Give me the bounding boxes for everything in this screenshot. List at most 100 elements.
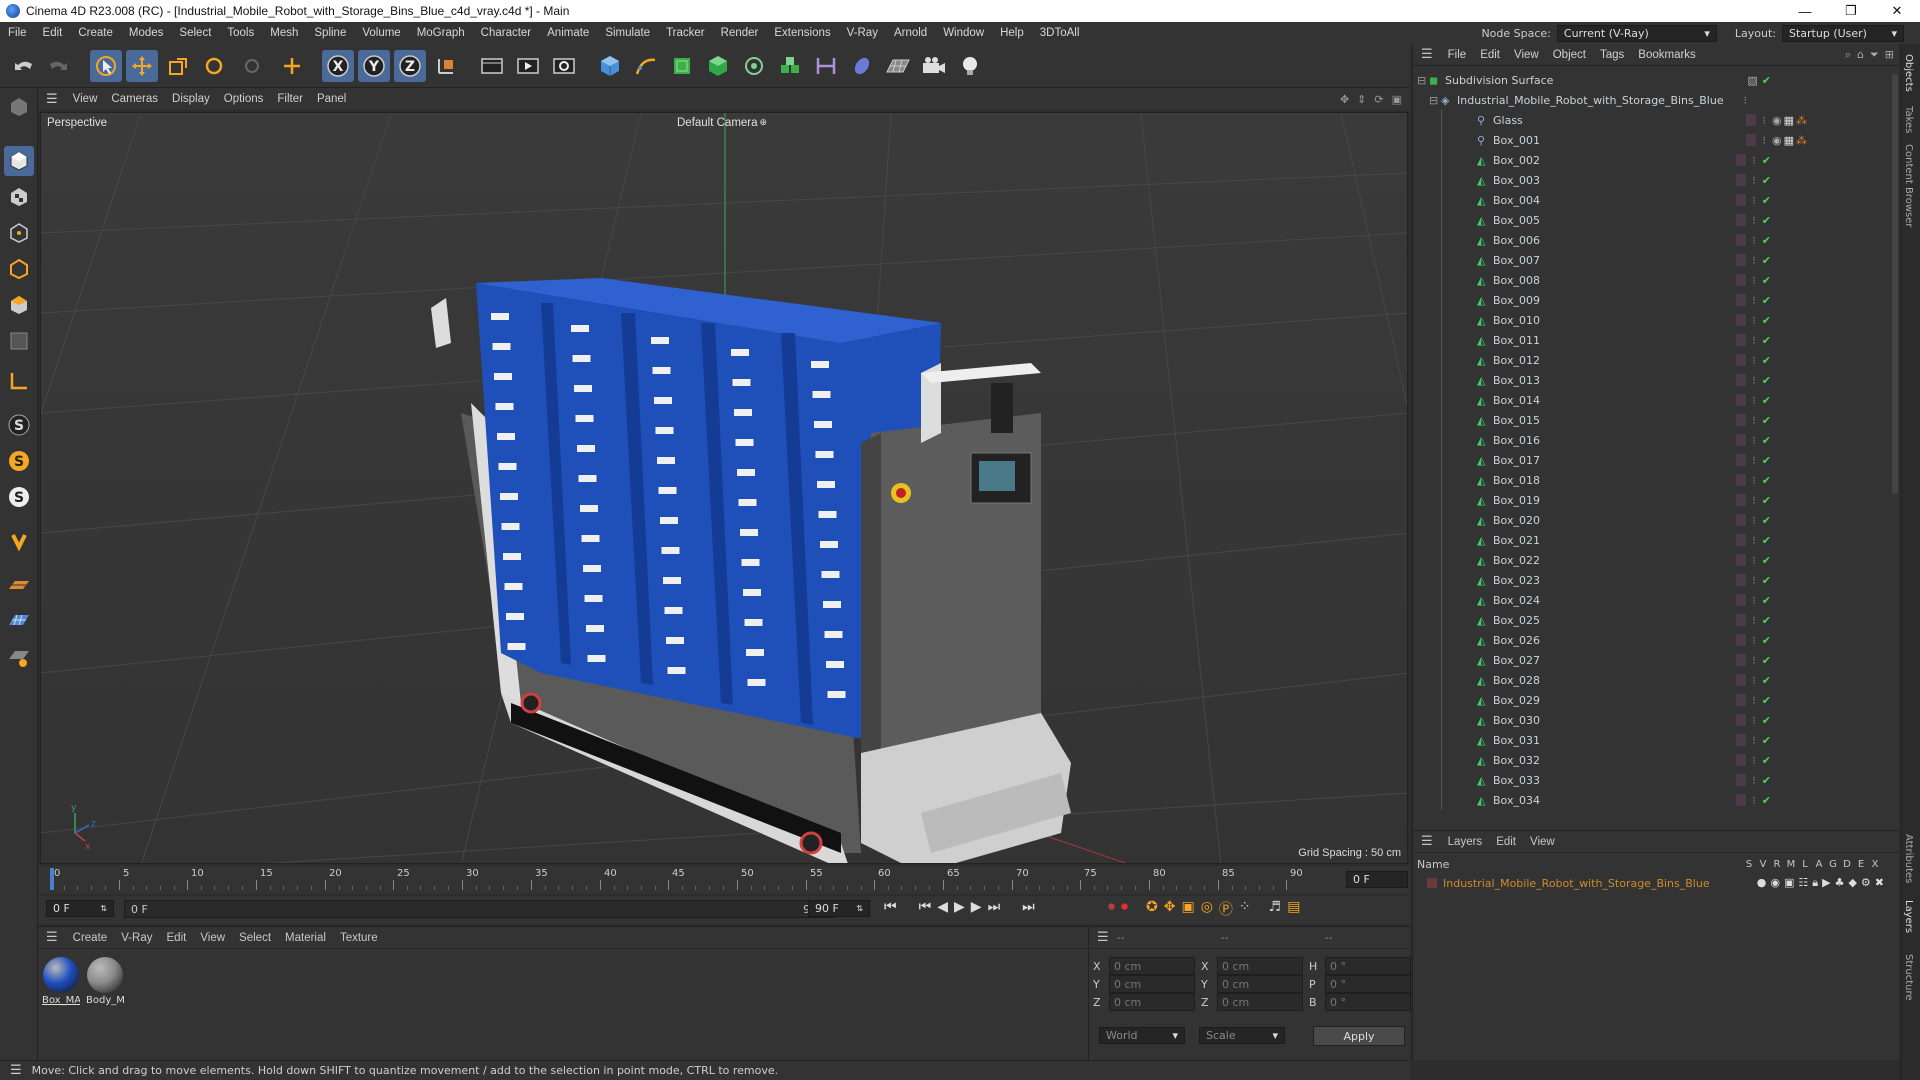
material-menu-material[interactable]: Material xyxy=(278,932,333,944)
spline-pen-button[interactable] xyxy=(630,50,662,82)
subdivision-surface-button[interactable] xyxy=(666,50,698,82)
takes-tab[interactable]: Takes xyxy=(1903,106,1914,133)
visibility-dots-icon[interactable]: ⁝ xyxy=(1744,94,1748,107)
enabled-check-icon[interactable]: ✔ xyxy=(1762,654,1771,667)
workplane-button[interactable] xyxy=(4,570,34,600)
restore-button[interactable]: ❐ xyxy=(1828,0,1874,22)
enabled-check-icon[interactable]: ✔ xyxy=(1762,414,1771,427)
layer-color-swatch[interactable] xyxy=(1736,374,1747,386)
layer-color-swatch[interactable] xyxy=(1736,774,1747,786)
layer-color-swatch[interactable] xyxy=(1736,654,1747,666)
menu-character[interactable]: Character xyxy=(473,27,540,39)
layer-color-swatch[interactable] xyxy=(1736,714,1747,726)
redo-button[interactable] xyxy=(42,50,74,82)
texture-tag-icon[interactable]: ▦ xyxy=(1784,114,1794,127)
menu-modes[interactable]: Modes xyxy=(121,27,172,39)
workplane-snap-button[interactable]: S xyxy=(4,482,34,512)
playhead[interactable] xyxy=(50,868,54,890)
object-row[interactable]: ◭ Box_027 ⁝ ✔ xyxy=(1413,650,1883,670)
previous-key-icon[interactable]: ⏮ xyxy=(919,899,932,915)
object-row[interactable]: ◭ Box_033 ⁝ ✔ xyxy=(1413,770,1883,790)
layer-color-swatch[interactable] xyxy=(1427,878,1437,888)
object-row[interactable]: ◭ Box_007 ⁝ ✔ xyxy=(1413,250,1883,270)
layer-color-swatch[interactable] xyxy=(1736,474,1747,486)
visibility-dots-icon[interactable]: ⁝ xyxy=(1752,374,1756,387)
vray-tag-icon[interactable]: ⁂ xyxy=(1796,114,1807,127)
menu-volume[interactable]: Volume xyxy=(354,27,408,39)
object-row-group[interactable]: ⊟ ◈ Industrial_Mobile_Robot_with_Storage… xyxy=(1413,90,1883,110)
coordinate-field[interactable]: 0 cm xyxy=(1217,975,1303,993)
material-menu-create[interactable]: Create xyxy=(66,932,115,944)
layers-tab[interactable]: Layers xyxy=(1903,900,1914,933)
size-mode-select[interactable]: Scale ▾ xyxy=(1199,1027,1285,1044)
visibility-dots-icon[interactable]: ⁝ xyxy=(1752,254,1756,267)
enabled-check-icon[interactable]: ✔ xyxy=(1762,74,1771,87)
extrude-button[interactable] xyxy=(702,50,734,82)
layer-color-swatch[interactable] xyxy=(1736,274,1747,286)
snap-button[interactable]: S xyxy=(4,410,34,440)
coordinate-field[interactable]: 0 cm xyxy=(1109,957,1195,975)
scale-tool-button[interactable] xyxy=(162,50,194,82)
layer-color-swatch[interactable] xyxy=(1746,114,1757,126)
material-menu-view[interactable]: View xyxy=(193,932,232,944)
generators-icon[interactable]: ♣ xyxy=(1835,876,1845,890)
object-row[interactable]: ◭ Box_030 ⁝ ✔ xyxy=(1413,710,1883,730)
coordinate-field[interactable]: 0 cm xyxy=(1217,993,1303,1011)
viewport-rotate-icon[interactable]: ⟳ xyxy=(1370,93,1387,106)
object-row[interactable]: ◭ Box_024 ⁝ ✔ xyxy=(1413,590,1883,610)
viewport-zoom-icon[interactable]: ⇕ xyxy=(1353,93,1370,106)
layer-color-swatch[interactable] xyxy=(1736,354,1747,366)
object-row[interactable]: ◭ Box_008 ⁝ ✔ xyxy=(1413,270,1883,290)
visibility-dots-icon[interactable]: ⁝ xyxy=(1752,354,1756,367)
visibility-dots-icon[interactable]: ⁝ xyxy=(1752,214,1756,227)
visibility-dots-icon[interactable]: ⁝ xyxy=(1752,534,1756,547)
object-row[interactable]: ◭ Box_023 ⁝ ✔ xyxy=(1413,570,1883,590)
undo-button[interactable] xyxy=(8,50,40,82)
layer-color-swatch[interactable] xyxy=(1736,634,1747,646)
motion-record-icon[interactable]: ♬ xyxy=(1269,899,1282,919)
position-key-icon[interactable]: ✥ xyxy=(1164,899,1176,919)
layer-color-swatch[interactable] xyxy=(1736,254,1747,266)
y-axis-lock-button[interactable]: Y xyxy=(358,50,390,82)
structure-tab[interactable]: Structure xyxy=(1903,954,1914,1001)
enabled-check-icon[interactable]: ✔ xyxy=(1762,594,1771,607)
hamburger-icon[interactable]: ☰ xyxy=(1413,47,1441,62)
frame-range-slider[interactable]: 0 F 90 F xyxy=(124,900,834,918)
visibility-dots-icon[interactable]: ⁝ xyxy=(1752,434,1756,447)
layer-flag-header[interactable]: M xyxy=(1784,859,1798,870)
enabled-check-icon[interactable]: ✔ xyxy=(1762,274,1771,287)
axis-mode-button[interactable] xyxy=(4,366,34,396)
model-mode-button[interactable] xyxy=(4,146,34,176)
layer-color-swatch[interactable] xyxy=(1736,534,1747,546)
keyframe-selection-icon[interactable]: ✪ xyxy=(1146,899,1158,919)
enabled-check-icon[interactable]: ✔ xyxy=(1762,554,1771,567)
object-menu-file[interactable]: File xyxy=(1441,49,1474,61)
next-frame-icon[interactable]: ▶ xyxy=(971,899,982,915)
visibility-dots-icon[interactable]: ⁝ xyxy=(1752,474,1756,487)
play-icon[interactable]: ▶ xyxy=(954,899,965,915)
grid-button[interactable] xyxy=(4,606,34,636)
snap-settings-button[interactable]: S xyxy=(4,446,34,476)
object-list-scrollbar[interactable] xyxy=(1892,74,1898,494)
object-row[interactable]: ◭ Box_031 ⁝ ✔ xyxy=(1413,730,1883,750)
coordinate-field[interactable]: 0 cm xyxy=(1217,957,1303,975)
object-row[interactable]: ◭ Box_006 ⁝ ✔ xyxy=(1413,230,1883,250)
deformers-icon[interactable]: ◆ xyxy=(1848,876,1856,890)
layer-color-swatch[interactable] xyxy=(1736,334,1747,346)
visibility-dots-icon[interactable]: ⁝ xyxy=(1752,274,1756,287)
object-row[interactable]: ◭ Box_004 ⁝ ✔ xyxy=(1413,190,1883,210)
viewport-menu-panel[interactable]: Panel xyxy=(310,93,353,105)
hamburger-icon[interactable]: ☰ xyxy=(38,930,66,945)
enabled-check-icon[interactable]: ✔ xyxy=(1762,254,1771,267)
start-frame-field[interactable]: 0 F ⇅ xyxy=(46,900,114,917)
mograph-button[interactable] xyxy=(774,50,806,82)
enabled-check-icon[interactable]: ✔ xyxy=(1762,234,1771,247)
menu-mograph[interactable]: MoGraph xyxy=(409,27,473,39)
object-menu-bookmarks[interactable]: Bookmarks xyxy=(1631,49,1703,61)
next-key-icon[interactable]: ⏭ xyxy=(988,899,1001,915)
layer-color-swatch[interactable] xyxy=(1736,454,1747,466)
objects-tab[interactable]: Objects xyxy=(1903,54,1914,92)
layer-flag-header[interactable]: S xyxy=(1742,859,1756,870)
rotate-tool-button[interactable] xyxy=(198,50,230,82)
visibility-dots-icon[interactable]: ⁝ xyxy=(1752,414,1756,427)
